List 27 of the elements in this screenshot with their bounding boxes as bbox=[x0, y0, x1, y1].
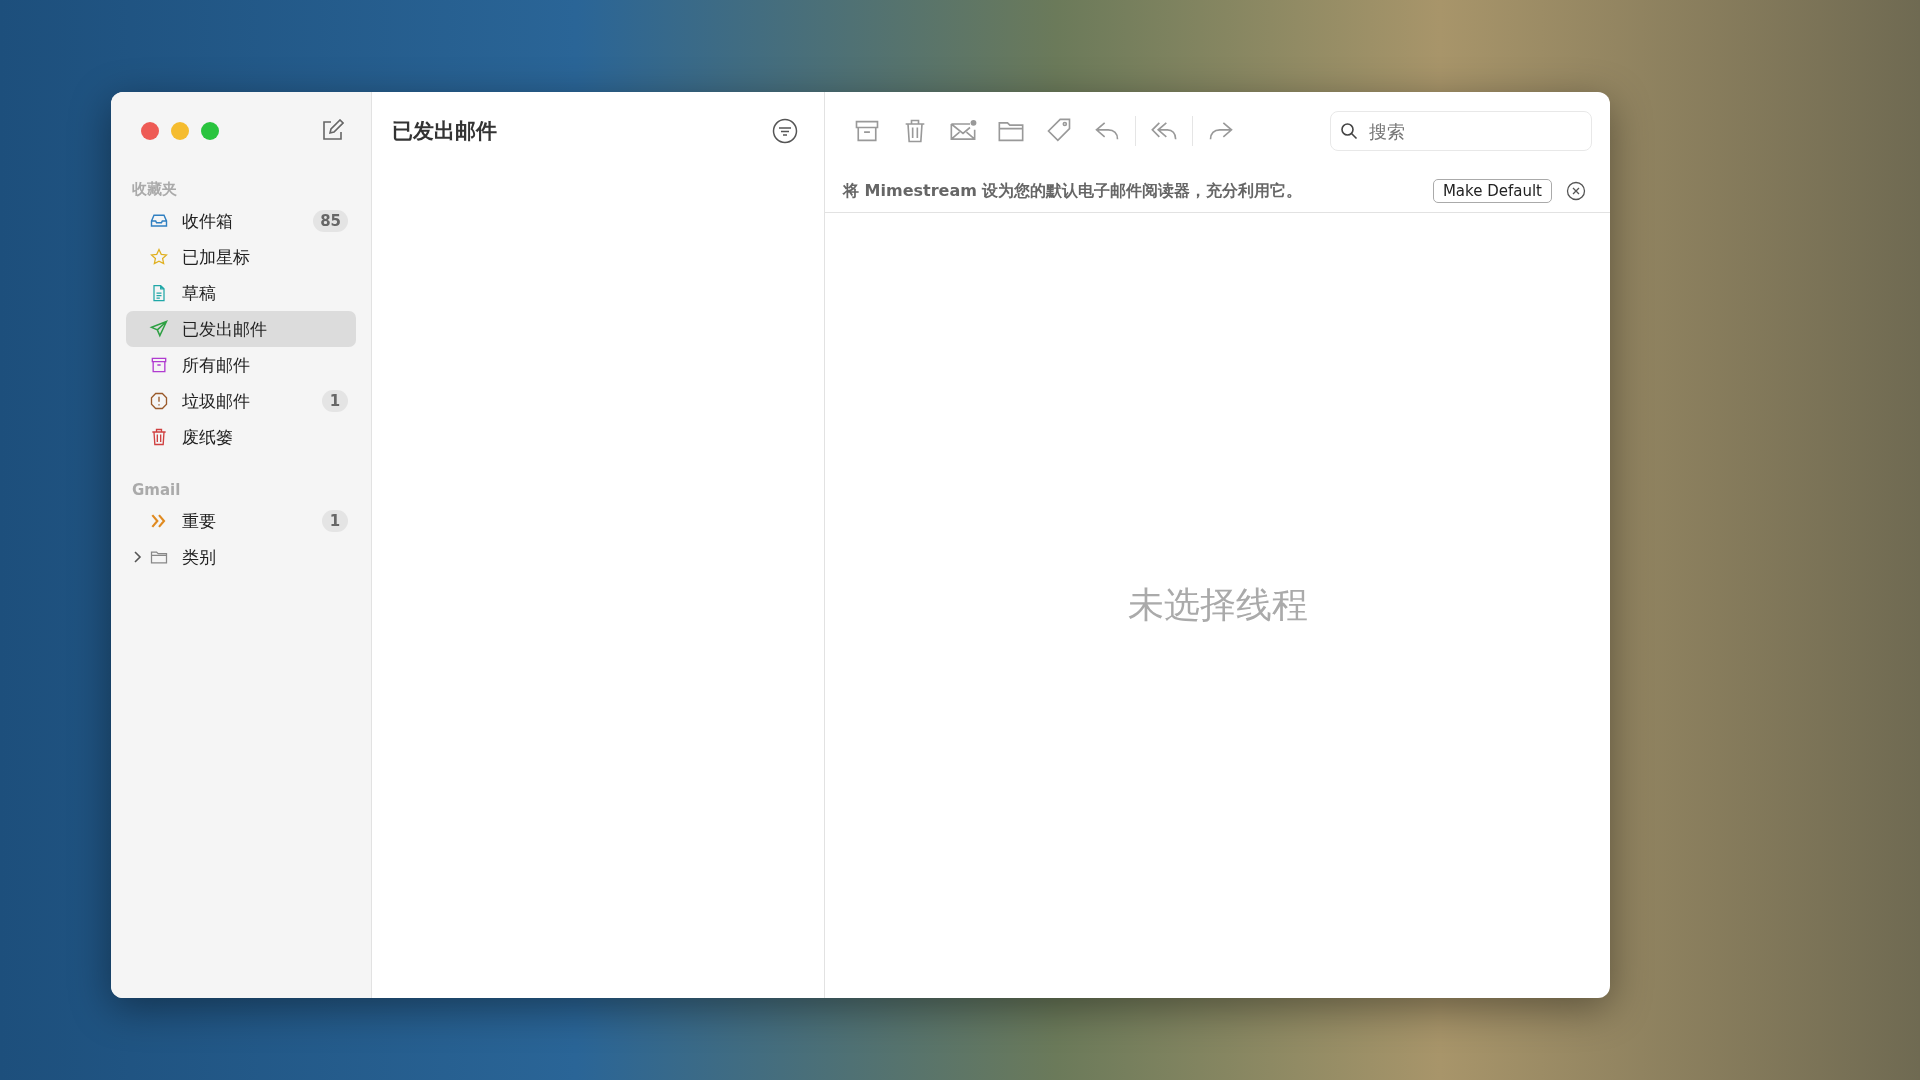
sidebar-item[interactable]: 收件箱 85 bbox=[126, 203, 356, 239]
compose-icon[interactable] bbox=[320, 119, 344, 143]
disclosure-chevron-icon[interactable] bbox=[132, 551, 142, 563]
sidebar-item[interactable]: 已发出邮件 bbox=[126, 311, 356, 347]
close-button[interactable] bbox=[141, 122, 159, 140]
sidebar-item[interactable]: 类别 bbox=[126, 539, 356, 575]
minimize-button[interactable] bbox=[171, 122, 189, 140]
sidebar-item[interactable]: 废纸篓 bbox=[126, 419, 356, 455]
search-icon bbox=[1340, 122, 1358, 140]
zoom-button[interactable] bbox=[201, 122, 219, 140]
section-heading: Gmail bbox=[131, 480, 182, 501]
search-field[interactable]: 搜索 bbox=[1330, 111, 1592, 151]
banner-text: 将 Mimestream 设为您的默认电子邮件阅读器，充分利用它。 bbox=[843, 180, 1304, 202]
sidebar-item[interactable]: 所有邮件 bbox=[126, 347, 356, 383]
make-default-button[interactable]: Make Default bbox=[1432, 179, 1552, 203]
section-heading: 收藏夹 bbox=[131, 179, 178, 200]
sidebar-item[interactable]: 已加星标 bbox=[126, 239, 356, 275]
count-badge: 1 bbox=[322, 390, 348, 412]
sidebar-item[interactable]: 垃圾邮件 1 bbox=[126, 383, 356, 419]
mailbox-title: 已发出邮件 bbox=[392, 118, 497, 145]
empty-state-text: 未选择线程 bbox=[1127, 583, 1308, 627]
close-icon[interactable] bbox=[1566, 181, 1586, 201]
sidebar-item[interactable]: 重要 1 bbox=[126, 503, 356, 539]
sidebar-item[interactable]: 草稿 bbox=[126, 275, 356, 311]
count-badge: 1 bbox=[322, 510, 348, 532]
filter-icon[interactable] bbox=[772, 118, 798, 144]
count-badge: 85 bbox=[313, 210, 348, 232]
